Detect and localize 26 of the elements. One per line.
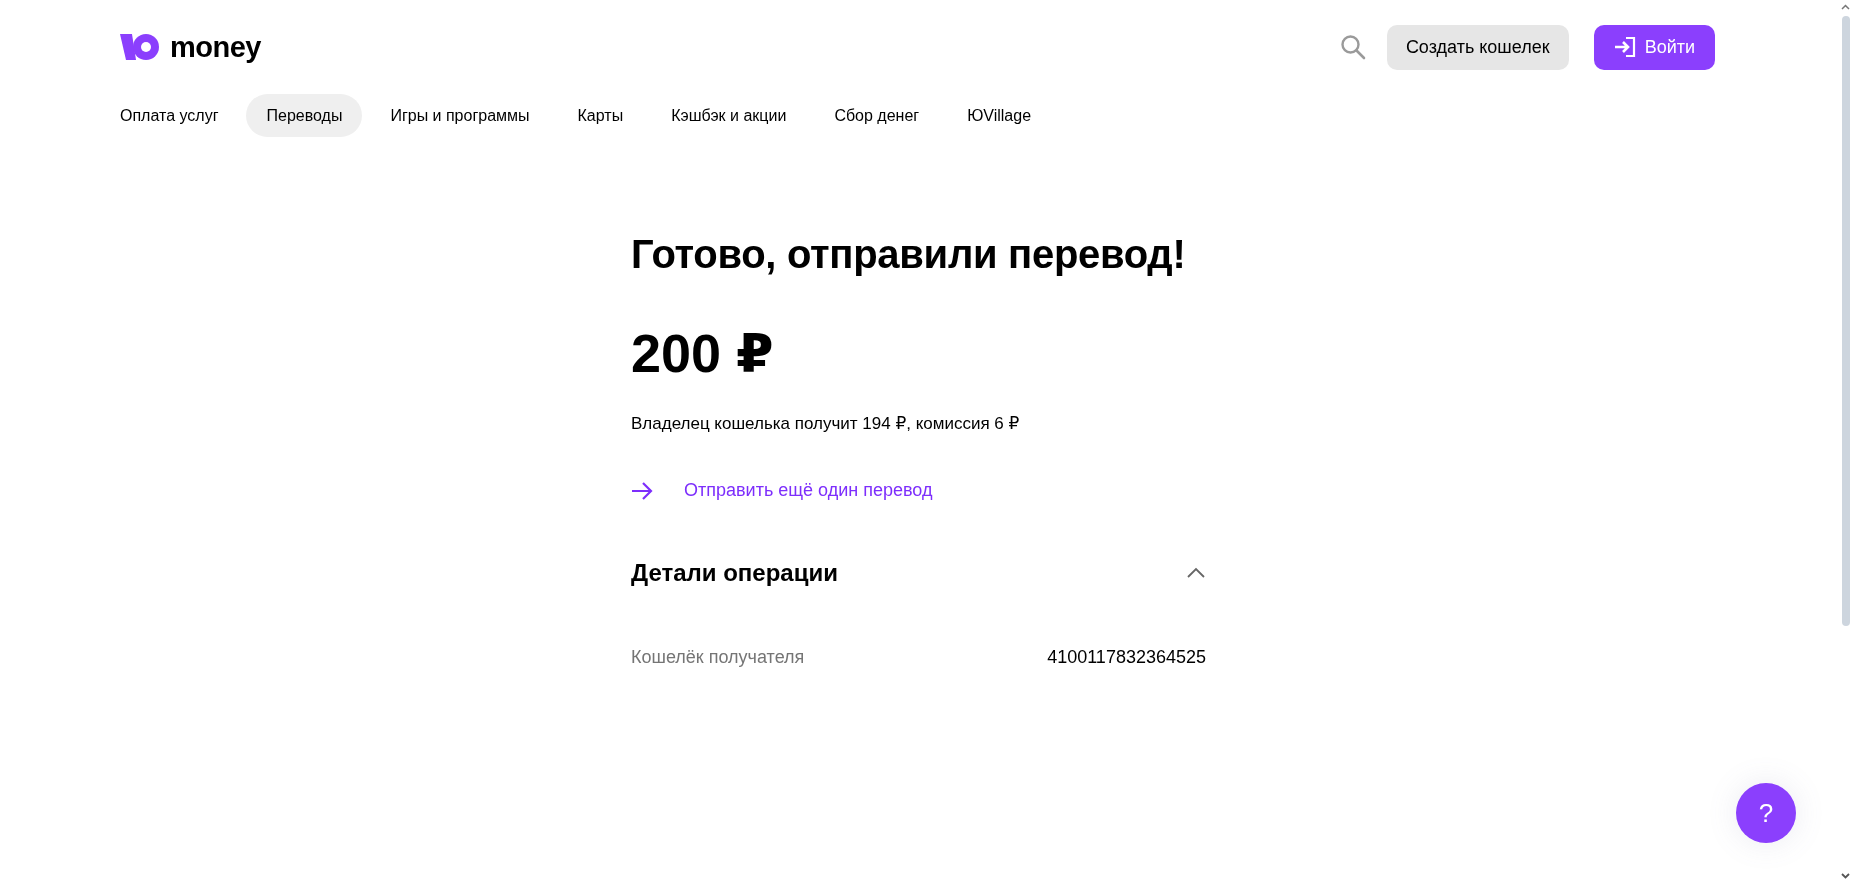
nav-tab[interactable]: Оплата услуг [100,94,239,137]
arrow-right-icon[interactable] [631,480,653,501]
help-button[interactable]: ? [1736,783,1796,843]
amount-text: 200 ₽ [631,322,775,385]
nav-tab[interactable]: Сбор денег [814,94,940,137]
detail-value: 4100117832364525 [1047,647,1206,668]
nav-tab[interactable]: ЮVillage [947,94,1052,137]
success-title: Готово, отправили перевод! [631,232,1187,277]
scroll-down-icon[interactable] [1841,873,1850,879]
nav-tab[interactable]: Кэшбэк и акции [651,94,807,137]
login-icon [1613,36,1636,58]
nav-tab[interactable]: Игры и программы [370,94,550,137]
create-wallet-button[interactable]: Создать кошелек [1386,24,1569,70]
fee-note: Владелец кошелька получит 194 ₽, комиссия 6 ₽ [631,413,1021,434]
chevron-up-icon[interactable] [1186,567,1206,579]
login-button[interactable]: Войти [1593,24,1715,70]
details-title: Детали операции [631,559,838,587]
nav-tab[interactable]: Карты [557,94,644,137]
scroll-up-icon[interactable] [1841,4,1850,10]
search-icon[interactable] [1339,34,1366,60]
send-another-link[interactable]: Отправить ещё один перевод [684,480,933,501]
scrollbar-thumb[interactable] [1841,16,1850,626]
detail-label: Кошелёк получателя [631,647,805,668]
logo-mark-icon [120,32,160,62]
logo-text[interactable]: money [170,30,261,64]
nav-tab[interactable]: Переводы [246,94,363,137]
